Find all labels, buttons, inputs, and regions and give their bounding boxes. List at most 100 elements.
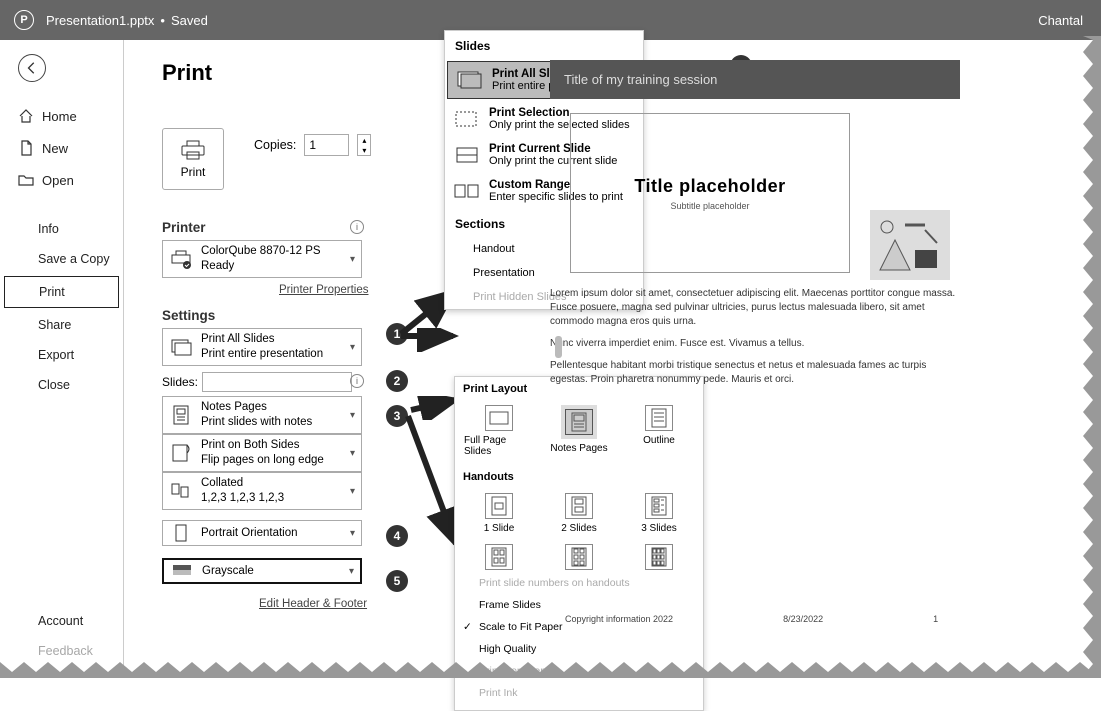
opt-frame-slides[interactable]: Frame Slides (455, 594, 703, 616)
color-select[interactable]: Grayscale ▾ (162, 558, 362, 584)
check-icon: ✓ (463, 621, 472, 633)
filename: Presentation1.pptx (46, 13, 154, 28)
copies-input[interactable] (304, 134, 349, 156)
separator: • (160, 13, 165, 28)
callout-1: 1 (386, 323, 408, 345)
notes-page-icon (565, 409, 593, 435)
preview-footer: Copyright information 2022 8/23/2022 1 (565, 614, 938, 624)
slide-title: Title placeholder (634, 176, 785, 197)
printer-header: Printer (162, 220, 206, 235)
chevron-down-icon: ▾ (349, 566, 354, 577)
opt-high-quality[interactable]: High Quality (455, 638, 703, 660)
chevron-up-icon[interactable]: ▴ (358, 135, 370, 145)
print-what-select[interactable]: Print All SlidesPrint entire presentatio… (162, 328, 362, 366)
back-button[interactable] (18, 54, 46, 82)
handout-1[interactable]: 1 Slide (464, 493, 534, 534)
user-name[interactable]: Chantal (1038, 13, 1083, 28)
portrait-icon (169, 521, 193, 545)
callout-5: 5 (386, 570, 408, 592)
printer-icon (179, 139, 207, 161)
handout-2-icon (565, 493, 593, 519)
print-button[interactable]: Print (162, 128, 224, 190)
arrow-left-icon (25, 61, 39, 75)
chevron-down-icon: ▾ (350, 448, 355, 459)
design-tools-icon (870, 210, 950, 280)
slides-input[interactable] (202, 372, 352, 392)
printer-select[interactable]: ColorQube 8870-12 PSReady ▾ (162, 240, 362, 278)
handouts-header: Handouts (455, 465, 703, 489)
handout-4-icon (485, 544, 513, 570)
collated-icon (169, 479, 193, 503)
handout-6[interactable] (544, 544, 614, 570)
slide-subtitle: Subtitle placeholder (670, 201, 749, 211)
handout-1-icon (485, 493, 513, 519)
preview-scrollbar[interactable] (555, 336, 562, 358)
chevron-down-icon: ▾ (350, 254, 355, 265)
app-logo-icon: P (14, 10, 34, 30)
sides-select[interactable]: Print on Both SidesFlip pages on long ed… (162, 434, 362, 472)
nav-new[interactable]: New (0, 132, 123, 164)
nav-home[interactable]: Home (0, 100, 123, 132)
copies-label: Copies: (254, 138, 296, 152)
nav-save-copy[interactable]: Save a Copy (0, 244, 123, 274)
both-sides-icon (169, 441, 193, 465)
printer-properties-link[interactable]: Printer Properties (279, 284, 368, 296)
preview-notes: Lorem ipsum dolor sit amet, consectetuer… (550, 287, 960, 387)
slides-selection-icon (453, 109, 481, 129)
nav-open[interactable]: Open (0, 164, 123, 196)
slides-label: Slides: (162, 375, 198, 389)
full-page-icon (485, 405, 513, 431)
nav-info[interactable]: Info (0, 214, 123, 244)
slide-current-icon (453, 145, 481, 165)
preview-slide: Title placeholder Subtitle placeholder (570, 113, 850, 273)
notes-pages-icon (169, 403, 193, 427)
layout-outline[interactable]: Outline (624, 405, 694, 457)
home-icon (18, 108, 34, 124)
torn-edge-icon (1083, 36, 1101, 676)
arrow-icon (407, 396, 459, 420)
chevron-down-icon: ▾ (350, 410, 355, 421)
chevron-down-icon[interactable]: ▾ (358, 145, 370, 155)
info-icon[interactable]: i (350, 374, 364, 388)
callout-3: 3 (386, 405, 408, 427)
callout-4: 4 (386, 525, 408, 547)
layout-full-page[interactable]: Full Page Slides (464, 405, 534, 457)
grayscale-icon (170, 559, 194, 583)
handout-9[interactable] (624, 544, 694, 570)
callout-2: 2 (386, 370, 408, 392)
nav-close[interactable]: Close (0, 370, 123, 400)
opt-slide-numbers: Print slide numbers on handouts (455, 572, 703, 594)
info-icon[interactable]: i (350, 220, 364, 234)
handout-6-icon (565, 544, 593, 570)
slides-all-icon (456, 70, 484, 90)
handout-3[interactable]: 3 Slides (624, 493, 694, 534)
outline-icon (645, 405, 673, 431)
save-status: Saved (171, 13, 208, 28)
orientation-select[interactable]: Portrait Orientation ▾ (162, 520, 362, 546)
nav-print[interactable]: Print (4, 276, 119, 308)
chevron-down-icon: ▾ (350, 486, 355, 497)
edit-header-footer-link[interactable]: Edit Header & Footer (259, 598, 367, 610)
nav-account[interactable]: Account (0, 606, 123, 636)
menu-header: Slides (445, 31, 643, 59)
layout-menu: Print Layout Full Page Slides Notes Page… (454, 376, 704, 711)
copies-stepper[interactable]: ▴▾ (357, 134, 371, 156)
backstage-nav: Home New Open Info Save a Copy Print Sha… (0, 40, 124, 676)
opt-print-ink: Print Ink (455, 682, 703, 704)
slides-all-icon (169, 335, 193, 359)
chevron-down-icon: ▾ (350, 342, 355, 353)
folder-open-icon (18, 172, 34, 188)
nav-share[interactable]: Share (0, 310, 123, 340)
layout-select[interactable]: Notes PagesPrint slides with notes ▾ (162, 396, 362, 434)
document-icon (18, 140, 34, 156)
nav-export[interactable]: Export (0, 340, 123, 370)
collated-select[interactable]: Collated1,2,3 1,2,3 1,2,3 ▾ (162, 472, 362, 510)
handout-4[interactable] (464, 544, 534, 570)
chevron-down-icon: ▾ (350, 528, 355, 539)
printer-ready-icon (169, 247, 193, 271)
layout-notes-pages[interactable]: Notes Pages (544, 405, 614, 457)
settings-header: Settings (162, 308, 215, 323)
preview-banner: Title of my training session (550, 60, 960, 99)
handout-9-icon (645, 544, 673, 570)
handout-2[interactable]: 2 Slides (544, 493, 614, 534)
